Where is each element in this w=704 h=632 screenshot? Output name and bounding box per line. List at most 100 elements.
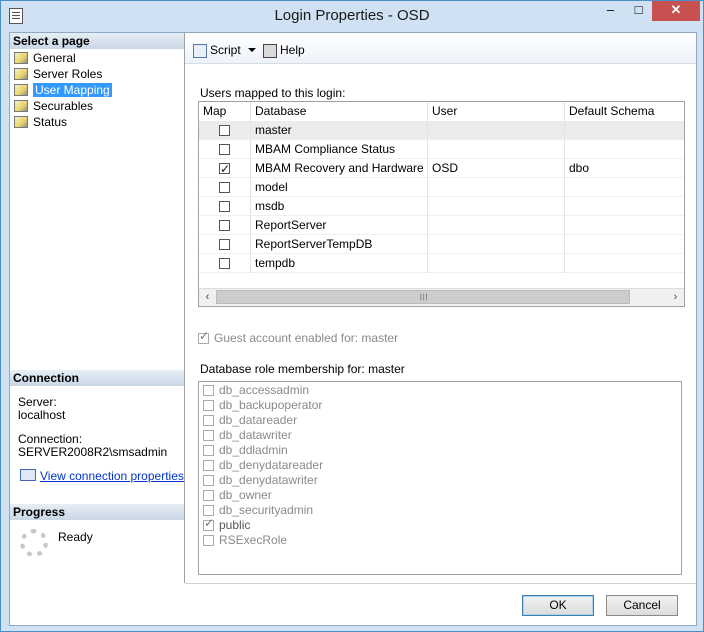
nav-item-server-roles[interactable]: Server Roles xyxy=(13,67,102,82)
nav-item-user-mapping[interactable]: User Mapping xyxy=(13,83,112,98)
role-item[interactable]: db_datareader xyxy=(203,414,297,429)
role-checkbox[interactable] xyxy=(203,505,214,516)
map-cell xyxy=(199,254,251,273)
default-schema-cell xyxy=(565,235,684,254)
map-cell xyxy=(199,216,251,235)
role-checkbox[interactable] xyxy=(203,460,214,471)
cancel-button[interactable]: Cancel xyxy=(606,595,678,616)
maximize-button[interactable]: □ xyxy=(625,1,652,21)
role-checkbox[interactable] xyxy=(203,430,214,441)
column-header-default-schema[interactable]: Default Schema xyxy=(565,102,684,121)
role-label: db_ddladmin xyxy=(219,443,288,457)
map-cell xyxy=(199,121,251,140)
help-label: Help xyxy=(280,43,305,57)
table-row[interactable]: ReportServer xyxy=(199,216,684,235)
column-header-map[interactable]: Map xyxy=(199,102,251,121)
role-label: db_datareader xyxy=(219,413,298,427)
table-row[interactable]: MBAM Recovery and HardwareOSD dbo xyxy=(199,159,684,178)
role-label: db_denydatareader xyxy=(219,458,324,472)
grid-header-row: Map Database User Default Schema xyxy=(199,102,684,122)
table-row[interactable]: MBAM Compliance Status xyxy=(199,140,684,159)
nav-item-general[interactable]: General xyxy=(13,51,76,66)
scrollbar-thumb[interactable]: ||| xyxy=(216,290,630,304)
nav-item-securables[interactable]: Securables xyxy=(13,99,93,114)
role-label: db_owner xyxy=(219,488,272,502)
close-button[interactable]: ✕ xyxy=(652,1,700,21)
user-cell xyxy=(428,216,565,235)
server-value: localhost xyxy=(18,408,66,422)
table-row[interactable]: tempdb xyxy=(199,254,684,273)
role-checkbox[interactable] xyxy=(203,475,214,486)
table-row[interactable]: msdb xyxy=(199,197,684,216)
map-checkbox[interactable] xyxy=(219,258,230,269)
map-cell xyxy=(199,140,251,159)
table-row[interactable]: model xyxy=(199,178,684,197)
database-cell: tempdb xyxy=(251,254,428,273)
view-connection-properties-link[interactable]: View connection properties xyxy=(18,469,184,483)
database-cell: MBAM Recovery and Hardware xyxy=(251,159,428,178)
role-checkbox[interactable] xyxy=(203,415,214,426)
scroll-right-icon[interactable]: › xyxy=(667,289,684,306)
help-button[interactable]: Help xyxy=(263,42,305,58)
map-checkbox[interactable] xyxy=(219,239,230,250)
role-item[interactable]: db_ddladmin xyxy=(203,444,288,459)
role-item[interactable]: db_datawriter xyxy=(203,429,292,444)
default-schema-cell xyxy=(565,254,684,273)
role-label: db_datawriter xyxy=(219,428,292,442)
scroll-left-icon[interactable]: ‹ xyxy=(199,289,216,306)
database-cell: msdb xyxy=(251,197,428,216)
role-checkbox[interactable] xyxy=(203,535,214,546)
map-checkbox[interactable] xyxy=(219,182,230,193)
connection-properties-icon xyxy=(20,469,36,481)
login-properties-window: Login Properties - OSD – □ ✕ Select a pa… xyxy=(0,0,704,632)
horizontal-scrollbar[interactable]: ‹ ||| › xyxy=(199,288,684,306)
database-cell: master xyxy=(251,121,428,140)
role-checkbox[interactable] xyxy=(203,400,214,411)
map-checkbox[interactable] xyxy=(219,160,230,178)
database-cell: model xyxy=(251,178,428,197)
role-checkbox[interactable] xyxy=(203,385,214,396)
map-checkbox[interactable] xyxy=(219,201,230,212)
table-row[interactable]: master xyxy=(199,121,684,140)
role-checkbox[interactable] xyxy=(203,445,214,456)
user-mapping-grid: Map Database User Default Schema master M… xyxy=(198,101,685,307)
role-item[interactable]: db_denydatawriter xyxy=(203,474,318,489)
help-icon xyxy=(263,43,277,58)
title-bar[interactable]: Login Properties - OSD – □ ✕ xyxy=(1,1,703,31)
column-header-database[interactable]: Database xyxy=(251,102,428,121)
view-connection-properties-label: View connection properties xyxy=(40,469,184,483)
connection-heading: Connection xyxy=(10,370,184,386)
map-checkbox[interactable] xyxy=(219,125,230,136)
database-cell: ReportServer xyxy=(251,216,428,235)
default-schema-cell xyxy=(565,121,684,140)
column-header-user[interactable]: User xyxy=(428,102,565,121)
page-icon xyxy=(14,68,28,80)
progress-spinner-icon xyxy=(20,529,48,557)
ok-button[interactable]: OK xyxy=(522,595,594,616)
table-row[interactable]: ReportServerTempDB xyxy=(199,235,684,254)
script-dropdown-icon[interactable] xyxy=(248,48,256,52)
role-checkbox[interactable] xyxy=(203,490,214,501)
map-checkbox[interactable] xyxy=(219,220,230,231)
role-item[interactable]: public xyxy=(203,517,250,534)
page-icon xyxy=(14,84,28,96)
default-schema-cell: dbo xyxy=(569,161,590,175)
page-icon xyxy=(14,100,28,112)
role-item[interactable]: db_owner xyxy=(203,489,272,504)
script-label: Script xyxy=(210,43,241,57)
minimize-button[interactable]: – xyxy=(596,1,625,21)
progress-heading: Progress xyxy=(10,504,184,520)
role-item[interactable]: db_securityadmin xyxy=(203,504,313,519)
role-item[interactable]: db_accessadmin xyxy=(203,384,309,399)
user-cell xyxy=(428,197,565,216)
role-item[interactable]: db_backupoperator xyxy=(203,399,322,414)
footer-divider xyxy=(185,583,696,584)
nav-item-status[interactable]: Status xyxy=(13,115,67,130)
map-checkbox[interactable] xyxy=(219,144,230,155)
role-item[interactable]: db_denydatareader xyxy=(203,459,323,474)
script-button[interactable]: Script xyxy=(193,42,241,58)
role-item[interactable]: RSExecRole xyxy=(203,534,287,549)
user-cell xyxy=(428,121,565,140)
progress-status: Ready xyxy=(58,530,93,544)
role-checkbox[interactable] xyxy=(203,517,214,531)
